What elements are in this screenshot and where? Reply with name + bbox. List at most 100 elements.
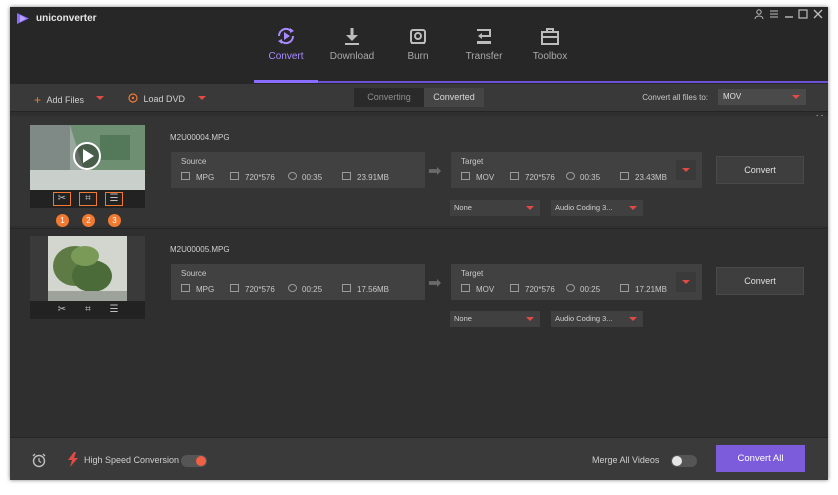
folder-icon: [342, 172, 351, 180]
high-speed-toggle[interactable]: [181, 455, 207, 467]
target-duration: 00:25: [580, 285, 601, 294]
add-files-chevron-icon[interactable]: [96, 96, 104, 100]
output-format-chevron-icon: [792, 95, 800, 99]
app-window: uniconverter Convert Download Burn Trans…: [10, 7, 828, 480]
video-thumbnail[interactable]: [30, 125, 145, 190]
subtitle-value: None: [454, 203, 472, 212]
source-duration: 00:25: [302, 285, 323, 294]
merge-label: Merge All Videos: [592, 455, 660, 465]
source-resolution: 720*576: [245, 285, 275, 294]
target-size: 17.21MB: [635, 285, 668, 294]
nav-convert[interactable]: Convert: [251, 25, 321, 62]
source-size: 23.91MB: [357, 173, 390, 182]
convert-button[interactable]: Convert: [716, 156, 804, 184]
target-format-dropdown[interactable]: [676, 160, 696, 180]
nav-transfer[interactable]: Transfer: [449, 25, 519, 62]
audio-value: Audio Coding 3...: [555, 314, 613, 323]
convert-all-button[interactable]: Convert All: [716, 445, 805, 472]
convert-all-label: Convert all files to:: [642, 93, 708, 102]
source-info: Source MPG 720*576 00:25 17.56MB: [171, 264, 425, 300]
nav-toolbox[interactable]: Toolbox: [515, 25, 585, 62]
subtitle-value: None: [454, 314, 472, 323]
target-size: 23.43MB: [635, 173, 668, 182]
nav-underline: [254, 81, 828, 83]
target-label: Target: [461, 157, 484, 166]
convert-icon: [277, 27, 295, 45]
toolbox-icon: [541, 28, 559, 45]
burn-icon: [410, 29, 426, 44]
nav-label-convert: Convert: [268, 51, 304, 62]
merge-toggle[interactable]: [671, 455, 697, 467]
clock-icon: [288, 172, 297, 180]
folder-icon: [620, 284, 629, 292]
effects-icon[interactable]: ☰: [106, 304, 122, 316]
subtitle-select[interactable]: None: [450, 200, 540, 216]
arrow-right-icon: ➡: [428, 275, 442, 292]
app-name: uniconverter: [36, 13, 97, 24]
format-icon: [181, 172, 190, 180]
nav-label-transfer: Transfer: [465, 51, 503, 62]
alarm-clock-icon[interactable]: [31, 452, 47, 473]
nav-label-download: Download: [329, 51, 375, 62]
resolution-icon: [510, 284, 519, 292]
clock-icon: [566, 172, 575, 180]
clock-icon: [566, 284, 575, 292]
resolution-icon: [510, 172, 519, 180]
bottom-bar: High Speed Conversion Merge All Videos C…: [10, 437, 828, 480]
source-label: Source: [181, 269, 207, 278]
tab-converting[interactable]: Converting: [354, 88, 424, 107]
trim-icon[interactable]: ✂: [54, 304, 70, 316]
badge-1: 1: [56, 214, 69, 227]
source-resolution: 720*576: [245, 173, 275, 182]
target-info: Target MOV 720*576 00:25 17.21MB: [451, 264, 702, 300]
minimize-icon[interactable]: [782, 9, 796, 23]
convert-button[interactable]: Convert: [716, 267, 804, 295]
source-info: Source MPG 720*576 00:35 23.91MB: [171, 152, 425, 188]
load-dvd-button[interactable]: Load DVD: [128, 92, 206, 104]
nav-burn[interactable]: Burn: [383, 25, 453, 62]
high-speed-toggle-knob: [196, 456, 206, 466]
app-logo-icon: [17, 13, 29, 24]
file-name: M2U00005.MPG: [170, 245, 230, 254]
output-format-select[interactable]: MOV: [718, 89, 806, 105]
crop-icon[interactable]: ⌗: [80, 304, 96, 316]
video-thumbnail[interactable]: [30, 236, 145, 301]
tab-converted[interactable]: Converted: [424, 88, 484, 107]
trim-highlight: [53, 192, 71, 206]
maximize-icon[interactable]: [796, 9, 810, 23]
user-icon[interactable]: [752, 9, 766, 23]
download-icon: [345, 28, 359, 45]
dvd-icon: [128, 93, 138, 103]
folder-icon: [620, 172, 629, 180]
subtitle-select[interactable]: None: [450, 311, 540, 327]
format-icon: [181, 284, 190, 292]
target-label: Target: [461, 269, 484, 278]
target-info: Target MOV 720*576 00:35 23.43MB: [451, 152, 702, 188]
nav-label-toolbox: Toolbox: [532, 51, 568, 62]
target-format: MOV: [476, 173, 495, 182]
close-window-icon[interactable]: [811, 9, 825, 23]
nav-active-indicator: [254, 80, 318, 83]
audio-chevron-icon: [629, 317, 637, 321]
file-row: ✂ ⌗ ☰ 1 2 3 M2U00004.MPG Source MPG 720*…: [10, 116, 828, 227]
load-dvd-chevron-icon[interactable]: [198, 96, 206, 100]
plus-icon: +: [34, 93, 42, 107]
badge-3: 3: [108, 214, 121, 227]
audio-chevron-icon: [629, 206, 637, 210]
audio-select[interactable]: Audio Coding 3...: [551, 200, 643, 216]
target-chevron-icon: [682, 168, 690, 172]
nav-label-burn: Burn: [407, 51, 429, 62]
nav-download[interactable]: Download: [317, 25, 387, 62]
thumbnail-toolbar: ✂ ⌗ ☰: [30, 301, 145, 319]
title-bar: uniconverter Convert Download Burn Trans…: [10, 7, 828, 84]
menu-icon[interactable]: [767, 9, 781, 23]
target-format-dropdown[interactable]: [676, 272, 696, 292]
subtitle-chevron-icon: [526, 317, 534, 321]
clock-icon: [288, 284, 297, 292]
folder-icon: [342, 284, 351, 292]
source-size: 17.56MB: [357, 285, 390, 294]
toolbar: + Add Files Load DVD Converting Converte…: [10, 84, 828, 112]
add-files-button[interactable]: + Add Files: [34, 92, 104, 107]
audio-select[interactable]: Audio Coding 3...: [551, 311, 643, 327]
target-resolution: 720*576: [525, 173, 555, 182]
